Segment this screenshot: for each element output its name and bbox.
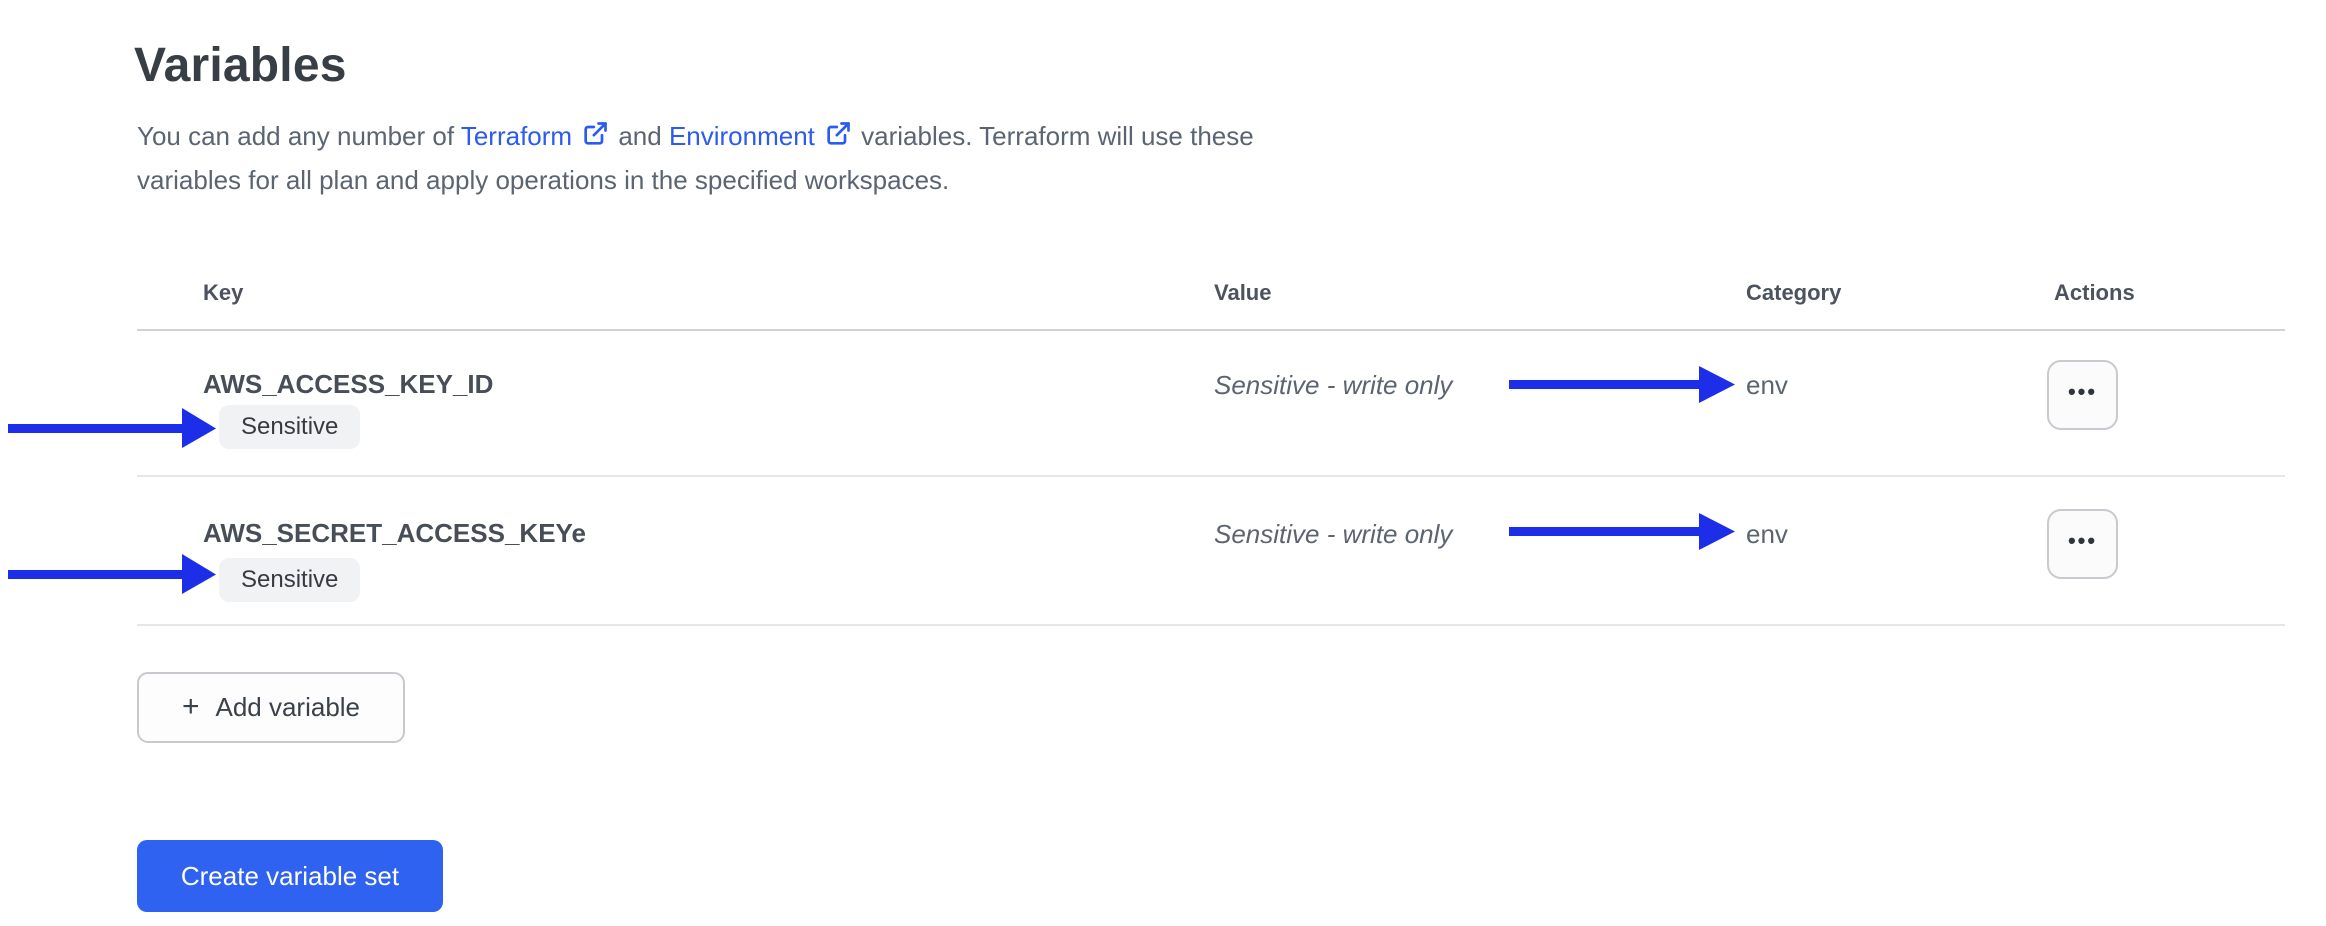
page-title: Variables bbox=[134, 39, 347, 92]
row-actions-button[interactable]: ••• bbox=[2047, 360, 2118, 430]
ellipsis-icon: ••• bbox=[2067, 528, 2098, 553]
external-link-icon bbox=[824, 119, 852, 160]
add-variable-button[interactable]: + Add variable bbox=[137, 672, 405, 743]
variable-category: env bbox=[1746, 519, 1788, 549]
variable-category: env bbox=[1746, 370, 1788, 400]
plus-icon: + bbox=[181, 689, 200, 723]
variable-key: AWS_ACCESS_KEY_ID bbox=[203, 369, 494, 399]
page-description: You can add any number of Terraform and … bbox=[137, 116, 1292, 201]
sensitive-badge: Sensitive bbox=[219, 405, 361, 449]
table-header-row: Key Value Category Actions bbox=[137, 268, 2285, 331]
terraform-variables-link[interactable]: Terraform bbox=[461, 121, 572, 151]
environment-variables-link[interactable]: Environment bbox=[669, 121, 815, 151]
column-header-value: Value bbox=[1214, 280, 1272, 305]
column-header-category: Category bbox=[1746, 280, 1842, 305]
create-variable-set-button[interactable]: Create variable set bbox=[137, 840, 443, 912]
table-row: AWS_ACCESS_KEY_ID Sensitive Sensitive - … bbox=[137, 331, 2285, 477]
variable-key: AWS_SECRET_ACCESS_KEYe bbox=[203, 518, 586, 548]
ellipsis-icon: ••• bbox=[2067, 379, 2098, 404]
column-header-actions: Actions bbox=[2054, 280, 2135, 305]
variable-value: Sensitive - write only bbox=[1214, 370, 1453, 400]
external-link-icon bbox=[581, 119, 609, 160]
column-header-key: Key bbox=[203, 280, 244, 305]
sensitive-badge: Sensitive bbox=[219, 558, 361, 602]
variable-value: Sensitive - write only bbox=[1214, 519, 1453, 549]
description-text-before: You can add any number of bbox=[137, 121, 455, 151]
description-text-middle: and bbox=[618, 121, 662, 151]
variables-table: Key Value Category Actions AWS_ACCESS_KE… bbox=[137, 268, 2285, 626]
table-row: AWS_SECRET_ACCESS_KEYe Sensitive Sensiti… bbox=[137, 477, 2285, 626]
add-variable-label: Add variable bbox=[215, 692, 361, 722]
create-variable-set-label: Create variable set bbox=[180, 860, 400, 891]
row-actions-button[interactable]: ••• bbox=[2047, 509, 2118, 579]
